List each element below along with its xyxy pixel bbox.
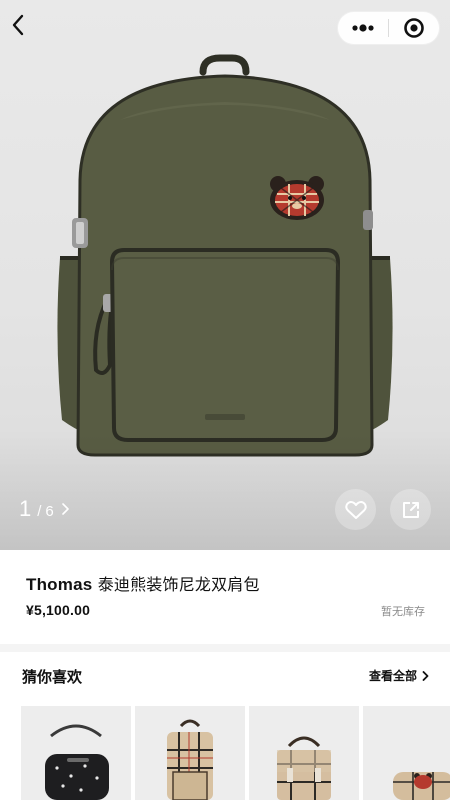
recommendation-card[interactable]: [363, 706, 450, 800]
product-thumbnail: [45, 724, 109, 800]
chevron-right-icon: [61, 503, 69, 515]
favorite-button[interactable]: [335, 489, 376, 530]
view-all-label: 查看全部: [368, 669, 417, 683]
gallery-bottom-shade: [0, 430, 450, 550]
product-thumbnail: [277, 736, 331, 800]
mini-program-close-icon: [404, 18, 424, 38]
product-name: 泰迪熊装饰尼龙双肩包: [97, 575, 260, 594]
recommendation-card[interactable]: [21, 706, 131, 800]
product-brand: Thomas: [26, 575, 93, 594]
more-dots-icon: [352, 24, 374, 32]
section-divider: [0, 644, 450, 652]
product-image: [57, 54, 393, 457]
back-button[interactable]: [4, 10, 32, 40]
share-button[interactable]: [390, 489, 431, 530]
product-info: Thomas 泰迪熊装饰尼龙双肩包 ¥5,100.00 暂无库存: [0, 550, 450, 644]
product-thumbnail: [167, 719, 213, 800]
recommendations-title: 猜你喜欢: [22, 668, 83, 686]
pager-separator: /: [37, 503, 42, 520]
product-gallery[interactable]: 1 / 6: [0, 0, 450, 550]
heart-icon: [344, 500, 367, 519]
recommendation-list: [21, 706, 450, 800]
mini-program-capsule: [337, 11, 440, 45]
close-button[interactable]: [389, 11, 439, 45]
recommendation-card[interactable]: [249, 706, 359, 800]
stock-status: 暂无库存: [381, 605, 425, 618]
gallery-pager[interactable]: 1 / 6: [19, 496, 70, 522]
view-all-link[interactable]: 查看全部: [369, 667, 429, 684]
pager-current: 1: [19, 496, 32, 521]
product-title: Thomas 泰迪熊装饰尼龙双肩包: [26, 571, 260, 595]
product-thumbnail: [393, 772, 450, 800]
more-button[interactable]: [338, 11, 388, 45]
share-icon: [402, 501, 419, 518]
chevron-left-icon: [12, 14, 24, 36]
chevron-right-icon: [422, 670, 429, 681]
product-price: ¥5,100.00: [26, 602, 91, 618]
recommendation-card[interactable]: [135, 706, 245, 800]
pager-total: 6: [45, 503, 54, 520]
